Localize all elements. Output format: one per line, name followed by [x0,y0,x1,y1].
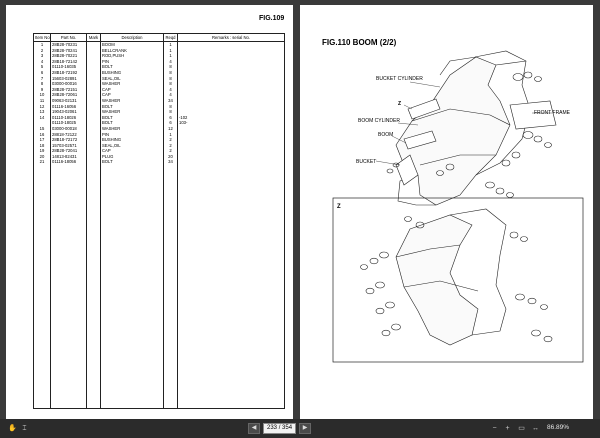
fit-width-icon[interactable]: ↔ [531,424,540,433]
callout-bucket-cylinder: BUCKET CYLINDER [376,76,423,82]
header-remarks: Remarks : serial No. [177,33,285,42]
boom-exploded-diagram: BUCKET CYLINDER FRONT FRAME BOOM CYLINDE… [332,50,584,363]
next-page-button[interactable]: ▶ [299,423,312,434]
page-right: FIG.110 BOOM (2/2) BUCKET CYLINDER FRONT… [300,5,593,419]
parts-table: Item No. Part No. Mark Description Reqd … [33,33,285,410]
filler-cell [177,165,285,410]
callout-boom-cylinder: BOOM CYLINDER [358,118,400,124]
callout-bucket: BUCKET [356,159,376,165]
header-item-no: Item No. [33,33,51,42]
zoom-level[interactable]: 86.89% [547,424,569,431]
fig-label: FIG.109 [259,15,285,22]
table-filler [33,165,285,410]
hand-icon[interactable]: ✋ [8,424,17,433]
zoom-out-icon[interactable]: − [490,424,499,433]
page-navigator: ◀ 233 / 354 ▶ [248,423,312,434]
filler-cell [50,165,87,410]
page-left: FIG.109 Item No. Part No. Mark Descripti… [6,5,293,419]
zoom-in-icon[interactable]: + [503,424,512,433]
callout-front-frame: FRONT FRAME [534,110,571,116]
filler-cell [163,165,178,410]
header-part-no: Part No. [50,33,87,42]
detail-z-label: Z [337,204,341,210]
header-mark: Mark [86,33,101,42]
table-header-row: Item No. Part No. Mark Description Reqd … [33,33,285,42]
prev-page-button[interactable]: ◀ [248,423,260,434]
page-current: 233 [267,425,278,431]
callout-z-marker: Z [398,101,401,107]
header-reqd: Reqd [163,33,178,42]
page-total: / 354 [278,425,293,431]
filler-cell [33,165,51,410]
page-number-input[interactable]: 233 / 354 [263,423,297,434]
fit-page-icon[interactable]: ▭ [517,424,526,433]
select-icon[interactable]: ⌶ [20,424,29,433]
filler-cell [100,165,164,410]
callout-boom: BOOM [378,132,393,138]
header-description: Description [100,33,164,42]
filler-cell [86,165,101,410]
